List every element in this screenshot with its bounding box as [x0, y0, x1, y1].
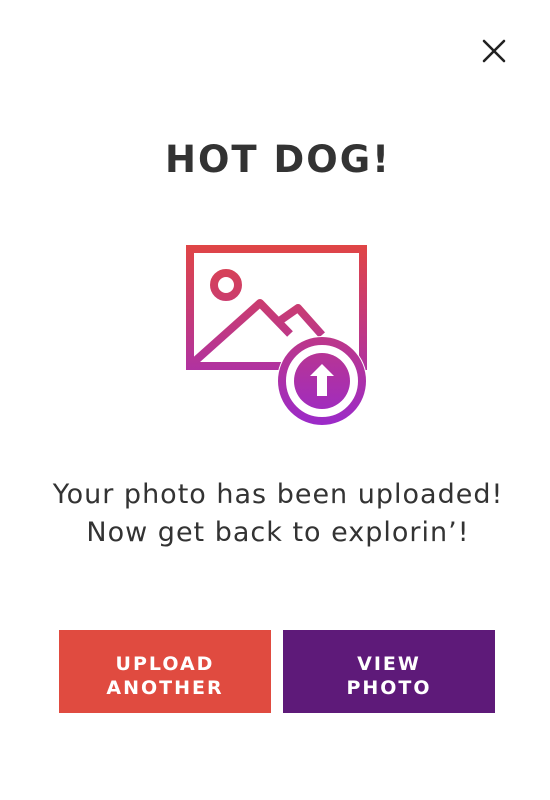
- modal-title: HOT DOG!: [165, 138, 391, 181]
- upload-another-button[interactable]: UPLOAD ANOTHER: [59, 630, 271, 713]
- view-photo-button[interactable]: VIEW PHOTO: [283, 630, 495, 713]
- close-icon: [482, 39, 506, 63]
- success-message: Your photo has been uploaded! Now get ba…: [0, 476, 550, 552]
- view-photo-label-1: VIEW: [357, 652, 421, 675]
- message-line-1: Your photo has been uploaded!: [52, 479, 504, 510]
- message-line-2: Now get back to explorin’!: [86, 517, 470, 548]
- image-upload-icon: [180, 240, 375, 430]
- upload-success-modal: HOT DOG! Your photo has been uploaded! N…: [0, 0, 550, 800]
- view-photo-label-2: PHOTO: [346, 676, 432, 699]
- upload-another-label-2: ANOTHER: [106, 676, 224, 699]
- upload-another-label-1: UPLOAD: [115, 652, 215, 675]
- close-button[interactable]: [478, 35, 510, 67]
